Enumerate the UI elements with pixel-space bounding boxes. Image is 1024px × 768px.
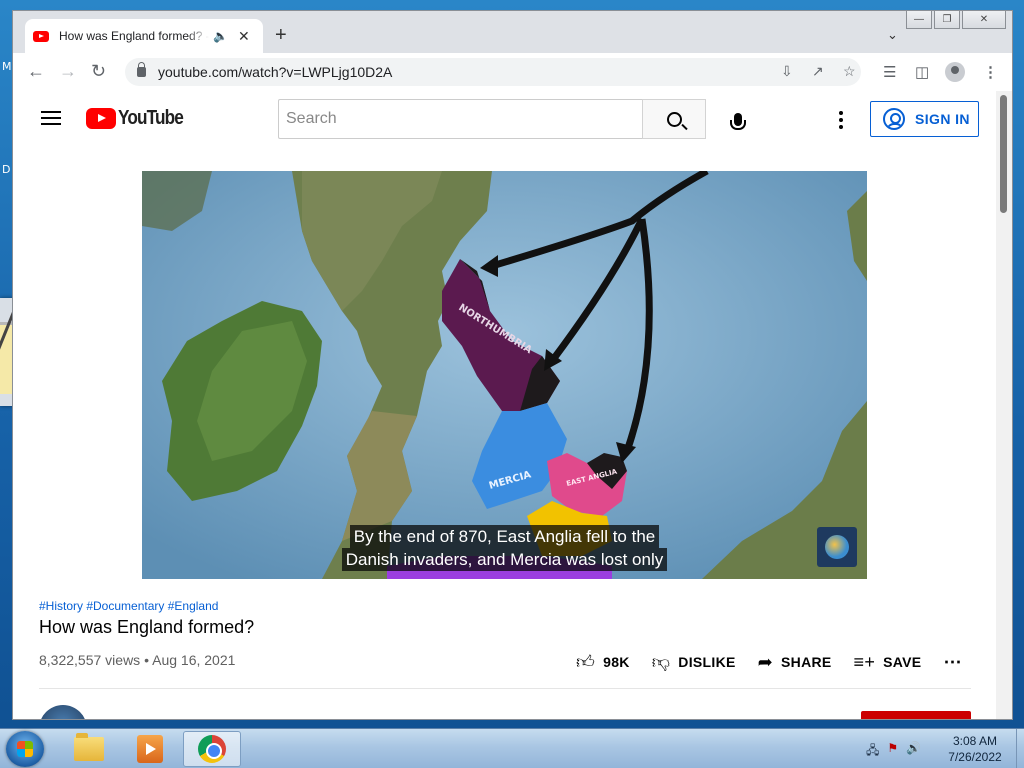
video-meta: 8,322,557 views • Aug 16, 2021 — [39, 652, 235, 668]
video-hashtags[interactable]: #History #Documentary #England — [39, 599, 218, 613]
playlist-add-icon: ≡+ — [853, 651, 876, 672]
media-player-icon — [137, 735, 163, 763]
divider — [39, 688, 971, 689]
like-count: 98K — [603, 654, 630, 670]
forward-button[interactable]: → — [59, 62, 77, 80]
search-button[interactable] — [642, 99, 706, 139]
meta-separator: • — [144, 652, 153, 668]
share-page-icon[interactable]: ↗ — [812, 63, 824, 80]
youtube-favicon-icon — [33, 30, 49, 42]
sign-in-button[interactable]: SIGN IN — [870, 101, 979, 137]
youtube-wordmark: YouTube — [118, 107, 184, 129]
profile-avatar[interactable] — [945, 62, 965, 82]
video-actions: 👍︎ 98K 👎︎ DISLIKE ➦ SHARE ≡+ SAVE ⋯ — [576, 651, 962, 673]
folder-icon — [74, 733, 104, 761]
browser-toolbar: ← → ↻ youtube.com/watch?v=LWPLjg10D2A ⇩ … — [13, 53, 1012, 91]
browser-menu-icon[interactable]: ⋮ — [983, 63, 998, 81]
show-desktop-button[interactable] — [1016, 729, 1024, 768]
media-control-icon[interactable]: ☰ — [883, 63, 896, 81]
browser-tab[interactable]: How was England formed? - YouTube 🔈 ✕ — [25, 19, 263, 53]
url-text: youtube.com/watch?v=LWPLjg10D2A — [158, 64, 393, 80]
desktop-icon-label[interactable]: M — [2, 60, 12, 73]
back-button[interactable]: ← — [27, 62, 45, 80]
caption-line: By the end of 870, East Anglia fell to t… — [349, 525, 660, 548]
hamburger-menu-icon[interactable] — [41, 111, 61, 125]
video-player[interactable]: NORTHUMBRIA MERCIA EAST ANGLIA By the en… — [142, 171, 867, 579]
window-close-button[interactable]: ✕ — [962, 11, 1006, 29]
side-panel-icon[interactable]: ◫ — [915, 63, 929, 81]
restore-button[interactable]: ❐ — [934, 11, 960, 29]
save-button[interactable]: ≡+ SAVE — [854, 652, 922, 673]
tab-strip: How was England formed? - YouTube 🔈 ✕ + … — [13, 11, 1012, 53]
taskbar: 🖧 ⚑ 🔊 3:08 AM 7/26/2022 — [0, 728, 1024, 768]
page-scrollbar[interactable] — [996, 91, 1012, 719]
system-tray: 🖧 ⚑ 🔊 — [866, 741, 921, 762]
tab-search-chevron-icon[interactable]: ⌄ — [887, 27, 898, 43]
taskbar-explorer[interactable] — [60, 731, 118, 767]
lock-icon[interactable] — [137, 62, 146, 77]
page-viewport: YouTube Search SIGN IN NORTHUMBRIA MERCI… — [13, 91, 998, 719]
save-label: SAVE — [883, 654, 922, 670]
settings-more-icon[interactable] — [839, 111, 843, 129]
taskbar-media-player[interactable] — [121, 731, 179, 767]
account-icon — [883, 108, 905, 130]
clock-time: 3:08 AM — [952, 734, 998, 748]
dislike-label: DISLIKE — [678, 654, 736, 670]
address-bar[interactable]: youtube.com/watch?v=LWPLjg10D2A — [125, 58, 861, 86]
microphone-icon — [730, 112, 746, 130]
sign-in-label: SIGN IN — [915, 111, 970, 127]
taskbar-clock[interactable]: 3:08 AM 7/26/2022 — [936, 733, 1014, 765]
windows-logo-icon — [17, 749, 33, 757]
close-tab-icon[interactable]: ✕ — [238, 28, 250, 45]
network-icon[interactable]: 🖧 — [866, 741, 879, 762]
bookmark-star-icon[interactable]: ☆ — [843, 63, 856, 80]
search-icon — [666, 111, 682, 127]
like-button[interactable]: 👍︎ 98K — [576, 651, 630, 673]
action-center-flag-icon[interactable]: ⚑ — [887, 741, 898, 762]
clock-date: 7/26/2022 — [948, 750, 1002, 764]
youtube-header: YouTube Search SIGN IN — [13, 91, 998, 147]
youtube-logo[interactable]: YouTube — [86, 107, 194, 130]
thumbs-down-icon: 👎︎ — [651, 652, 671, 672]
tab-title: How was England formed? - YouTube — [59, 29, 209, 43]
dislike-button[interactable]: 👎︎ DISLIKE — [652, 651, 736, 673]
install-app-icon[interactable]: ⇩ — [781, 63, 793, 80]
video-title: How was England formed? — [39, 617, 255, 637]
new-tab-button[interactable]: + — [275, 25, 287, 45]
taskbar-chrome[interactable] — [183, 731, 241, 767]
video-frame-map: NORTHUMBRIA MERCIA EAST ANGLIA — [142, 171, 867, 579]
voice-search-button[interactable] — [723, 104, 753, 134]
thumbs-up-icon: 👍︎ — [576, 652, 596, 672]
share-button[interactable]: ➦ SHARE — [758, 652, 832, 673]
speaker-icon[interactable]: 🔈 — [213, 29, 228, 43]
window-controls: — ❐ ✕ — [906, 11, 1006, 29]
channel-avatar[interactable] — [39, 705, 87, 719]
minimize-button[interactable]: — — [906, 11, 932, 29]
scrollbar-thumb[interactable] — [1000, 95, 1007, 213]
search-input[interactable]: Search — [278, 99, 643, 139]
share-label: SHARE — [781, 654, 832, 670]
youtube-play-icon — [86, 108, 116, 129]
channel-watermark-icon[interactable] — [817, 527, 857, 567]
view-count: 8,322,557 views — [39, 652, 141, 668]
upload-date: Aug 16, 2021 — [152, 652, 236, 668]
video-captions: By the end of 870, East Anglia fell to t… — [142, 525, 867, 571]
share-arrow-icon: ➦ — [757, 651, 774, 672]
desktop-icon-label[interactable]: D — [2, 163, 10, 176]
chrome-icon — [198, 735, 226, 763]
browser-window: How was England formed? - YouTube 🔈 ✕ + … — [12, 10, 1013, 720]
subscribe-button[interactable] — [861, 711, 971, 719]
reload-button[interactable]: ↻ — [91, 62, 106, 80]
more-actions-icon[interactable]: ⋯ — [943, 652, 962, 673]
start-button[interactable] — [6, 731, 44, 767]
caption-line: Danish invaders, and Mercia was lost onl… — [341, 548, 668, 571]
volume-icon[interactable]: 🔊 — [906, 741, 921, 762]
